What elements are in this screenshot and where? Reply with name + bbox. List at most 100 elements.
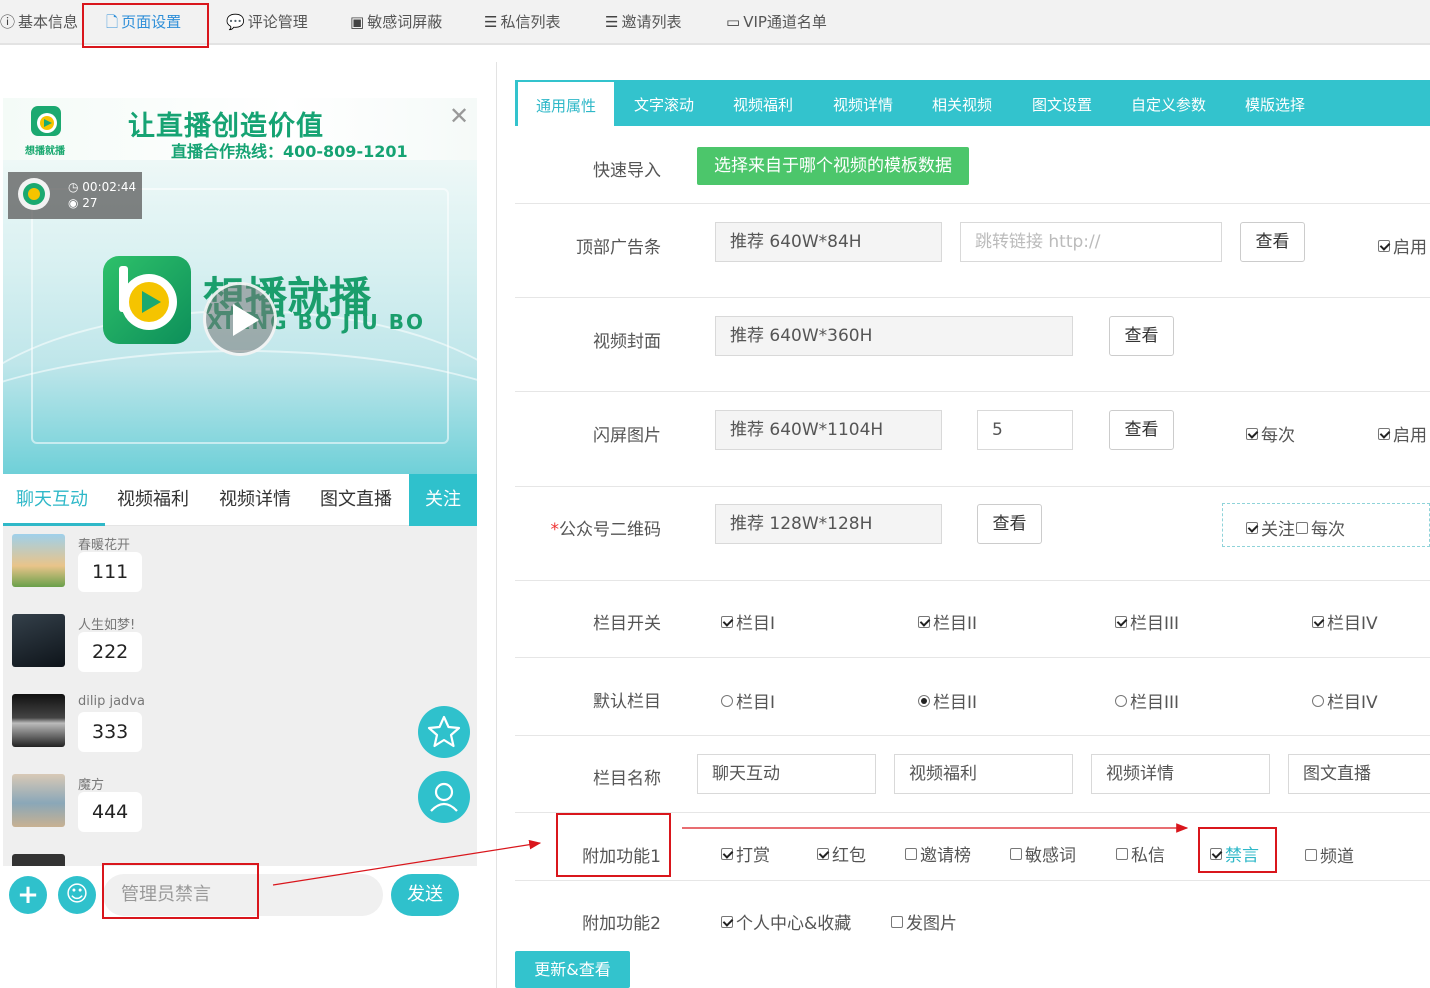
- checkbox-icon: [1010, 848, 1022, 860]
- extra-mute-checkbox[interactable]: 禁言: [1210, 841, 1259, 866]
- tab-comment-management[interactable]: 💬 评论管理: [226, 0, 308, 45]
- top-ad-link-input[interactable]: 跳转链接 http://: [960, 222, 1222, 262]
- splash-image-input[interactable]: 推荐 640W*1104H: [715, 410, 942, 450]
- send-button[interactable]: 发送: [391, 874, 459, 916]
- top-tab-bar: ⓘ 基本信息 🗋 页面设置 💬 评论管理 ▣ 敏感词屏蔽 ☰ 私信列表 ☰ 邀请列表 ▭ VI…: [0, 0, 1430, 45]
- splash-every-checkbox[interactable]: 每次: [1246, 421, 1295, 446]
- extra-invite-rank-checkbox[interactable]: 邀请榜: [905, 841, 971, 866]
- avatar[interactable]: [12, 774, 65, 827]
- video-player[interactable]: ◷ 00:02:44 ◉ 27 想播就播 XIANG BO JIU BO: [3, 160, 477, 474]
- extra-sensitive-word-checkbox[interactable]: 敏感词: [1010, 841, 1076, 866]
- form-tab-custom-params[interactable]: 自定义参数: [1131, 80, 1206, 126]
- form-tab-related-videos[interactable]: 相关视频: [932, 80, 992, 126]
- default-column-radio-1[interactable]: 栏目I: [721, 688, 775, 713]
- checkbox-icon: [918, 616, 930, 628]
- top-ad-enable-checkbox[interactable]: 启用: [1378, 233, 1427, 258]
- preview-tab-details[interactable]: 视频详情: [219, 474, 291, 526]
- avatar[interactable]: [12, 614, 65, 667]
- video-views: 27: [82, 196, 98, 210]
- column-switch-2[interactable]: 栏目II: [918, 609, 977, 634]
- video-info-overlay: ◷ 00:02:44 ◉ 27: [8, 172, 142, 219]
- tab-basic-info[interactable]: ⓘ 基本信息: [0, 0, 78, 45]
- follow-button[interactable]: 关注: [409, 474, 477, 526]
- preview-tab-welfare[interactable]: 视频福利: [117, 474, 189, 526]
- splash-view-button[interactable]: 查看: [1109, 410, 1174, 450]
- form-tab-template[interactable]: 模版选择: [1245, 80, 1305, 126]
- avatar[interactable]: [12, 694, 65, 747]
- top-ad-banner[interactable]: 想播就播 让直播创造价值 直播合作热线：400-809-1201 ✕: [3, 98, 477, 161]
- user-center-button[interactable]: [418, 771, 470, 823]
- top-ad-image-input[interactable]: 推荐 640W*84H: [715, 222, 942, 262]
- extra-channel-checkbox[interactable]: 频道: [1305, 842, 1354, 867]
- extra-reward-checkbox[interactable]: 打赏: [721, 841, 770, 866]
- preview-tab-live-text[interactable]: 图文直播: [320, 474, 392, 526]
- top-ad-view-button[interactable]: 查看: [1240, 222, 1305, 262]
- clock-icon: ◷: [68, 180, 83, 194]
- form-tab-bar: 通用属性 文字滚动 视频福利 视频详情 相关视频 图文设置 自定义参数 模版选择: [515, 80, 1430, 126]
- checkbox-icon: [1115, 616, 1127, 628]
- default-column-radio-3[interactable]: 栏目III: [1115, 688, 1179, 713]
- default-column-radio-2[interactable]: 栏目II: [918, 688, 977, 713]
- column-name-input-4[interactable]: 图文直播: [1288, 754, 1430, 794]
- chat-message: 人生如梦! 222: [12, 606, 312, 686]
- tab-invite-list[interactable]: ☰ 邀请列表: [605, 0, 681, 45]
- qrcode-label: *公众号二维码: [550, 520, 662, 540]
- update-view-button[interactable]: 更新&查看: [515, 951, 630, 988]
- qrcode-every-checkbox[interactable]: 每次: [1296, 515, 1345, 540]
- checkbox-icon: [1246, 522, 1258, 534]
- extra-redpacket-checkbox[interactable]: 红包: [817, 841, 866, 866]
- checkbox-icon: [1296, 522, 1308, 534]
- top-ad-label: 顶部广告条: [576, 238, 661, 258]
- emoji-icon[interactable]: ☺: [58, 876, 96, 914]
- form-tab-video-welfare[interactable]: 视频福利: [733, 80, 793, 126]
- close-icon[interactable]: ✕: [449, 102, 469, 130]
- channel-logo-icon: [18, 178, 50, 210]
- radio-icon: [1312, 695, 1324, 707]
- eye-icon: ◉: [68, 196, 83, 210]
- chat-input[interactable]: 管理员禁言: [103, 874, 383, 916]
- checkbox-icon: [721, 616, 733, 628]
- tab-private-messages[interactable]: ☰ 私信列表: [484, 0, 560, 45]
- plus-icon[interactable]: +: [9, 876, 47, 914]
- favorite-button[interactable]: [418, 706, 470, 758]
- preview-tab-chat[interactable]: 聊天互动: [16, 474, 88, 526]
- splash-seconds-input[interactable]: 5: [977, 410, 1073, 450]
- cover-image-input[interactable]: 推荐 640W*360H: [715, 316, 1073, 356]
- wechat-icon: 💬: [226, 13, 245, 31]
- info-icon: ⓘ: [0, 13, 16, 31]
- default-column-radio-4[interactable]: 栏目IV: [1312, 688, 1378, 713]
- chat-message: dilip jadva 333: [12, 686, 312, 766]
- column-name-input-1[interactable]: 聊天互动: [697, 754, 876, 794]
- cover-view-button[interactable]: 查看: [1109, 316, 1174, 356]
- mobile-preview: 想播就播 让直播创造价值 直播合作热线：400-809-1201 ✕ ◷ 00:…: [3, 98, 477, 926]
- column-switch-4[interactable]: 栏目IV: [1312, 609, 1378, 634]
- qrcode-image-input[interactable]: 推荐 128W*128H: [715, 504, 942, 544]
- tab-page-settings[interactable]: 🗋 页面设置: [106, 0, 181, 45]
- avatar[interactable]: [12, 854, 65, 866]
- form-tab-scroll-text[interactable]: 文字滚动: [634, 80, 694, 126]
- form-tab-image-text[interactable]: 图文设置: [1032, 80, 1092, 126]
- extra-personal-center-checkbox[interactable]: 个人中心&收藏: [721, 909, 851, 934]
- tab-sensitive-words[interactable]: ▣ 敏感词屏蔽: [350, 0, 442, 45]
- message-bubble: 444: [78, 792, 143, 832]
- column-switch-3[interactable]: 栏目III: [1115, 609, 1179, 634]
- message-author: 春暖花开: [78, 538, 131, 553]
- splash-enable-checkbox[interactable]: 启用: [1378, 421, 1427, 446]
- quick-import-label: 快速导入: [593, 161, 661, 181]
- extra-private-msg-checkbox[interactable]: 私信: [1116, 841, 1165, 866]
- message-author: 魔方: [78, 778, 105, 793]
- checkbox-icon: [1378, 240, 1390, 252]
- column-name-input-3[interactable]: 视频详情: [1091, 754, 1270, 794]
- extra-send-image-checkbox[interactable]: 发图片: [891, 909, 957, 934]
- quick-import-button[interactable]: 选择来自于哪个视频的模板数据: [697, 147, 969, 185]
- checkbox-icon: [1305, 849, 1317, 861]
- qrcode-follow-checkbox[interactable]: 关注: [1246, 515, 1295, 540]
- column-switch-1[interactable]: 栏目I: [721, 609, 775, 634]
- qrcode-view-button[interactable]: 查看: [977, 504, 1042, 544]
- avatar[interactable]: [12, 534, 65, 587]
- play-icon[interactable]: [203, 282, 277, 356]
- column-name-input-2[interactable]: 视频福利: [894, 754, 1073, 794]
- form-tab-video-details[interactable]: 视频详情: [833, 80, 893, 126]
- form-tab-general[interactable]: 通用属性: [518, 82, 614, 126]
- tab-vip-list[interactable]: ▭ VIP通道名单: [726, 0, 827, 45]
